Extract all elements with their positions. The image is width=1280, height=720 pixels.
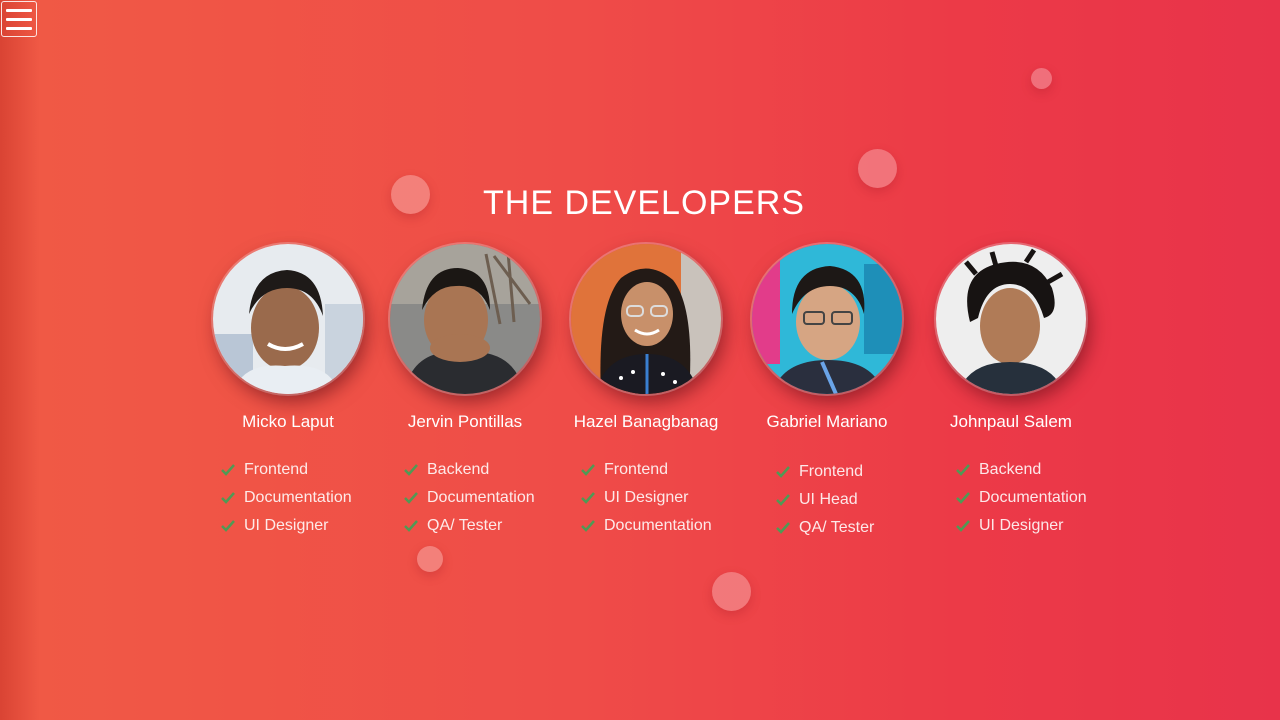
decorative-bubble [1031,68,1052,89]
checkmark-icon [581,464,595,476]
role-item: QA/ Tester [775,514,874,542]
role-label: UI Designer [244,517,329,534]
role-item: UI Designer [955,512,1087,540]
role-item: QA/ Tester [403,512,535,540]
role-label: UI Head [799,491,858,508]
developer-name: Micko Laput [242,412,334,431]
role-list: Frontend UI Head QA/ Tester [775,458,874,542]
menu-icon-bar [6,17,32,21]
role-label: Frontend [799,463,864,480]
checkmark-icon [404,464,418,476]
developer-photo [390,244,540,394]
developer-name: Hazel Banagbanag [573,412,719,431]
background-shade [0,0,40,720]
decorative-bubble [712,572,751,611]
role-label: Frontend [604,461,669,478]
role-item: Documentation [220,484,352,512]
checkmark-icon [404,492,418,504]
role-item: UI Head [775,486,874,514]
decorative-bubble [417,546,443,572]
role-list: Frontend UI Designer Documentation [580,456,712,540]
role-item: Backend [403,456,535,484]
role-item: Frontend [775,458,874,486]
checkmark-icon [956,464,970,476]
developer-card: Micko Laput Frontend Documentation UI De… [198,244,378,534]
role-label: Documentation [244,489,352,506]
role-label: Backend [427,461,490,478]
menu-icon-bar [6,26,32,30]
developer-name: Johnpaul Salem [950,412,1072,431]
role-label: UI Designer [604,489,689,506]
developer-photo [752,244,902,394]
developer-photo [213,244,363,394]
hamburger-menu-button[interactable] [1,1,37,37]
decorative-bubble [858,149,897,188]
role-label: QA/ Tester [427,517,503,534]
checkmark-icon [221,520,235,532]
role-list: Frontend Documentation UI Designer [220,456,352,540]
developer-card: Hazel Banagbanag Frontend UI Designer Do… [556,244,736,534]
role-item: UI Designer [580,484,712,512]
checkmark-icon [221,464,235,476]
checkmark-icon [776,522,790,534]
developer-card: Jervin Pontillas Backend Documentation Q… [375,244,555,534]
role-item: Documentation [403,484,535,512]
role-item: Documentation [955,484,1087,512]
checkmark-icon [776,494,790,506]
role-label: Frontend [244,461,309,478]
developer-name: Gabriel Mariano [766,412,888,431]
developer-photo [571,244,721,394]
role-item: Documentation [580,512,712,540]
checkmark-icon [956,492,970,504]
checkmark-icon [581,520,595,532]
menu-icon-bar [6,8,32,12]
page-title: THE DEVELOPERS [483,184,805,222]
role-list: Backend Documentation UI Designer [955,456,1087,540]
checkmark-icon [404,520,418,532]
role-item: Frontend [220,456,352,484]
role-list: Backend Documentation QA/ Tester [403,456,535,540]
role-label: UI Designer [979,517,1064,534]
developer-photo [936,244,1086,394]
role-label: Documentation [604,517,712,534]
role-item: Backend [955,456,1087,484]
role-label: Backend [979,461,1042,478]
role-label: QA/ Tester [799,519,875,536]
developer-name: Jervin Pontillas [407,412,523,431]
checkmark-icon [776,466,790,478]
checkmark-icon [221,492,235,504]
developer-card: Johnpaul Salem Backend Documentation UI … [921,244,1101,534]
checkmark-icon [956,520,970,532]
checkmark-icon [581,492,595,504]
role-label: Documentation [979,489,1087,506]
role-item: Frontend [580,456,712,484]
role-label: Documentation [427,489,535,506]
developer-card: Gabriel Mariano Frontend UI Head QA/ Tes… [737,244,917,536]
role-item: UI Designer [220,512,352,540]
